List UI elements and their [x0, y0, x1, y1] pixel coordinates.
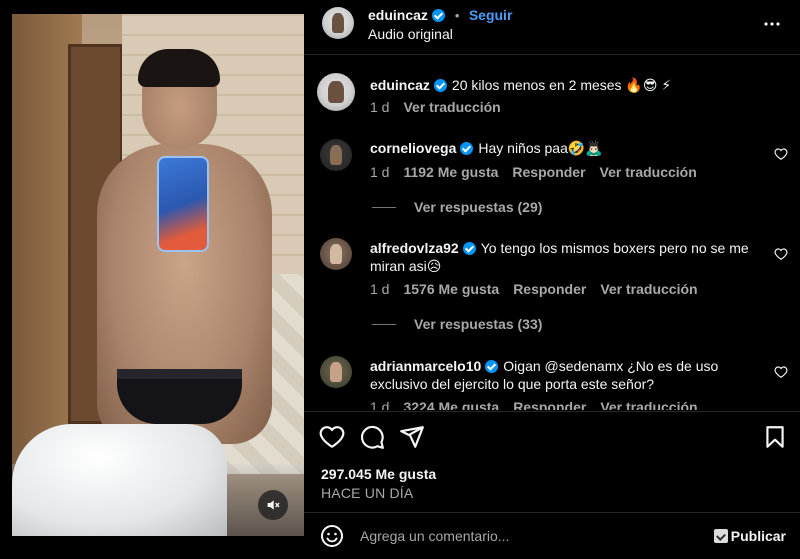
view-replies-label: Ver respuestas (29) [414, 199, 543, 215]
view-replies-button[interactable]: Ver respuestas (29) [372, 199, 542, 215]
caption-meta: 1 d Ver traducción [370, 99, 515, 115]
caption-username[interactable]: eduincaz [370, 77, 430, 93]
more-options-button[interactable] [762, 14, 782, 34]
mute-icon [267, 500, 280, 510]
caption-text: 20 kilos menos en 2 meses 🔥😎 ⚡ [451, 77, 672, 93]
comment-text-block: adrianmarcelo10 Oigan @sedenamx ¿No es de… [370, 357, 760, 393]
comment-username[interactable]: adrianmarcelo10 [370, 358, 481, 374]
photo-underwear-band [117, 369, 242, 379]
view-replies-label: Ver respuestas (33) [414, 316, 543, 332]
comment-meta: 1 d 3224 Me gusta Responder Ver traducción [370, 399, 712, 410]
follow-button[interactable]: Seguir [469, 7, 513, 23]
verified-badge-icon [432, 9, 446, 22]
photo-phone [157, 156, 209, 252]
comment-like-icon[interactable] [774, 247, 788, 261]
author-avatar[interactable] [322, 7, 354, 39]
comment-translate-link[interactable]: Ver traducción [600, 399, 697, 410]
replies-line [372, 323, 396, 325]
comment-text: Hay niños paa🤣🙇🏻‍♂️ [478, 140, 603, 156]
comment-translate-link[interactable]: Ver traducción [600, 281, 697, 297]
more-icon [764, 22, 780, 26]
comment-translate-link[interactable]: Ver traducción [600, 164, 697, 180]
verified-badge-icon [485, 360, 499, 373]
comment-likes[interactable]: 3224 Me gusta [403, 399, 499, 410]
comment-likes[interactable]: 1192 Me gusta [403, 164, 498, 180]
separator-dot: • [454, 8, 460, 23]
post-media [0, 0, 304, 559]
commenter-avatar[interactable] [320, 238, 352, 270]
caption-time: 1 d [370, 99, 390, 115]
post-photo[interactable] [12, 14, 304, 536]
bookmark-icon[interactable] [762, 424, 788, 450]
post-likes-count[interactable]: 297.045 Me gusta [321, 466, 436, 482]
comment-username[interactable]: alfredovlza92 [370, 240, 459, 256]
author-username[interactable]: eduincaz [368, 7, 428, 23]
view-replies-button[interactable]: Ver respuestas (33) [372, 316, 542, 332]
share-icon[interactable] [399, 424, 425, 450]
publish-button[interactable]: Publicar [713, 528, 786, 544]
comment-reply-button[interactable]: Responder [512, 164, 585, 180]
comment-meta: 1 d 1192 Me gusta Responder Ver traducción [370, 164, 711, 180]
comment-time: 1 d [370, 399, 390, 410]
caption-avatar[interactable] [317, 73, 355, 111]
commenter-avatar[interactable] [320, 356, 352, 388]
mute-button[interactable] [258, 490, 288, 520]
comment-composer: Publicar [304, 512, 800, 559]
photo-hair [138, 49, 220, 87]
post-header: eduincaz • Seguir Audio original [304, 0, 800, 54]
comment-likes[interactable]: 1576 Me gusta [403, 281, 499, 297]
post-timestamp: HACE UN DÍA [321, 485, 414, 501]
comment-text-block: alfredovlza92 Yo tengo los mismos boxers … [370, 239, 760, 275]
audio-label[interactable]: Audio original [368, 26, 453, 42]
photo-towel [12, 424, 227, 536]
post-panel: eduincaz • Seguir Audio original eduinca… [304, 0, 800, 559]
actions-divider [304, 411, 800, 412]
comment-reply-button[interactable]: Responder [513, 399, 586, 410]
verified-badge-icon [460, 142, 474, 155]
comment-like-icon[interactable] [774, 365, 788, 379]
comment-reply-button[interactable]: Responder [513, 281, 586, 297]
comment-icon[interactable] [359, 424, 385, 450]
replies-line [372, 206, 396, 208]
heart-icon[interactable] [319, 424, 345, 450]
comment-time: 1 d [370, 281, 390, 297]
commenter-avatar[interactable] [320, 139, 352, 171]
comments-list: eduincaz 20 kilos menos en 2 meses 🔥😎 ⚡ 1… [304, 55, 800, 410]
emoji-icon[interactable] [320, 524, 344, 548]
comment-text-block: corneliovega Hay niños paa🤣🙇🏻‍♂️ [370, 139, 760, 157]
verified-badge-icon [433, 79, 447, 92]
caption-text-block: eduincaz 20 kilos menos en 2 meses 🔥😎 ⚡ [370, 76, 760, 94]
comment-meta: 1 d 1576 Me gusta Responder Ver traducción [370, 281, 712, 297]
comment-like-icon[interactable] [774, 147, 788, 161]
caption-translate-link[interactable]: Ver traducción [403, 99, 500, 115]
comment-input[interactable] [360, 525, 700, 547]
verified-badge-icon [462, 242, 476, 255]
comment-username[interactable]: corneliovega [370, 140, 456, 156]
publish-label: Publicar [730, 528, 786, 544]
comment-time: 1 d [370, 164, 390, 180]
enter-key-icon [713, 529, 728, 543]
post-actions [304, 420, 800, 456]
